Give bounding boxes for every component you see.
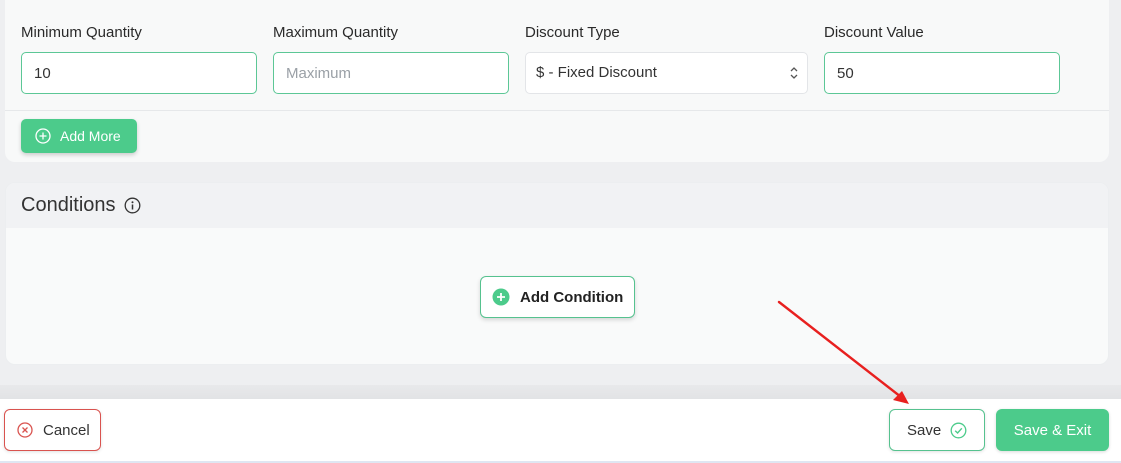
save-and-exit-label: Save & Exit <box>1013 421 1092 439</box>
discount-value-input[interactable] <box>824 52 1060 94</box>
cancel-button[interactable]: Cancel <box>4 409 101 451</box>
min-quantity-label: Minimum Quantity <box>21 24 142 41</box>
discount-value-label: Discount Value <box>824 24 924 41</box>
quantity-tiers-card: Minimum Quantity Maximum Quantity Discou… <box>5 0 1109 162</box>
save-label: Save <box>907 421 942 439</box>
discount-type-selected: $ - Fixed Discount <box>536 64 657 81</box>
conditions-card: Conditions Add Condition <box>5 182 1109 365</box>
max-quantity-label: Maximum Quantity <box>273 24 399 41</box>
page: Minimum Quantity Maximum Quantity Discou… <box>0 0 1121 463</box>
save-button[interactable]: Save <box>889 409 985 451</box>
add-condition-label: Add Condition <box>520 288 624 306</box>
footer-bar: Cancel Save Save & Exit <box>0 399 1121 463</box>
add-more-label: Add More <box>60 128 121 144</box>
info-icon[interactable] <box>124 197 141 214</box>
chevron-up-down-icon <box>790 67 798 79</box>
add-condition-button[interactable]: Add Condition <box>480 276 635 318</box>
discount-type-select[interactable]: $ - Fixed Discount <box>525 52 808 94</box>
max-quantity-input[interactable] <box>273 52 509 94</box>
add-more-button[interactable]: Add More <box>21 119 137 153</box>
conditions-header: Conditions <box>6 183 1108 228</box>
cancel-label: Cancel <box>43 421 90 439</box>
tier-divider <box>5 110 1109 111</box>
plus-circle-icon <box>35 128 51 144</box>
conditions-title: Conditions <box>21 194 116 216</box>
min-quantity-input[interactable] <box>21 52 257 94</box>
x-circle-icon <box>17 422 33 438</box>
save-and-exit-button[interactable]: Save & Exit <box>996 409 1109 451</box>
discount-type-label: Discount Type <box>525 24 620 41</box>
footer-divider <box>0 385 1121 399</box>
plus-circle-icon <box>492 288 510 306</box>
check-circle-icon <box>950 422 967 438</box>
